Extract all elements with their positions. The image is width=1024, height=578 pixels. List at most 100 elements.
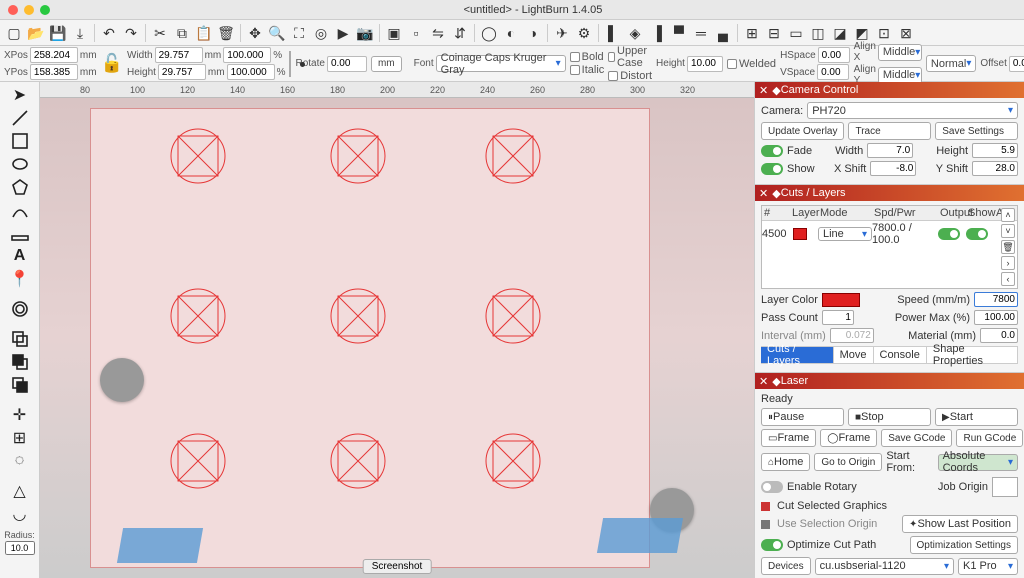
zoom-icon[interactable] (40, 5, 50, 15)
cut-icon[interactable]: ✂ (150, 23, 170, 43)
page-align-icon[interactable]: ▭ (786, 23, 806, 43)
dist-v-icon[interactable]: ⊟ (764, 23, 784, 43)
arr-1-icon[interactable]: ◫ (808, 23, 828, 43)
optimize-toggle[interactable] (761, 539, 783, 551)
ungroup-icon[interactable]: ▫ (406, 23, 426, 43)
layers-table[interactable]: # Layer Mode Spd/Pwr Output Show Ai 4500… (761, 205, 1018, 289)
line-tool[interactable] (6, 222, 34, 244)
home-button[interactable]: ⌂ Home (761, 453, 810, 471)
camera-select[interactable]: PH720▾ (807, 102, 1018, 119)
job-origin-grid[interactable] (992, 477, 1018, 497)
welded-check[interactable]: Welded (727, 58, 776, 70)
xpos-input[interactable] (30, 47, 78, 63)
lock-icon[interactable]: 🔓 (101, 53, 123, 74)
circle-frame-button[interactable]: ◯ Frame (820, 429, 877, 447)
start-from-select[interactable]: Absolute Coords▾ (938, 454, 1018, 471)
flip-h-icon[interactable]: ⇋ (428, 23, 448, 43)
ellipse-tool[interactable] (6, 153, 34, 175)
redo-icon[interactable]: ↷ (121, 23, 141, 43)
tab-move[interactable]: Move (834, 347, 874, 363)
output-toggle[interactable] (938, 228, 960, 240)
start-button[interactable]: ▶ Start (935, 408, 1018, 426)
bool-union-tool[interactable] (6, 328, 34, 350)
grid-array-tool[interactable]: ⊞ (6, 427, 34, 449)
go-to-origin-button[interactable]: Go to Origin (814, 453, 882, 471)
polygon-tool[interactable] (6, 176, 34, 198)
undo-icon[interactable]: ↶ (99, 23, 119, 43)
import-icon[interactable]: ⤓ (70, 23, 90, 43)
zoom-sel-icon[interactable]: ◎ (311, 23, 331, 43)
enable-rotary-toggle[interactable] (761, 481, 783, 493)
width-pct-input[interactable] (223, 47, 271, 63)
run-gcode-button[interactable]: Run GCode (956, 429, 1023, 447)
pause-button[interactable]: ⏸ Pause (761, 408, 844, 426)
font-height-input[interactable] (687, 56, 723, 72)
stop-button[interactable]: ■ Stop (848, 408, 931, 426)
intersect-icon[interactable]: ◐ (501, 23, 521, 43)
calibration-target[interactable] (485, 128, 541, 184)
align-top-icon[interactable]: ▀ (669, 23, 689, 43)
calibration-target[interactable] (485, 433, 541, 489)
anchor-grid[interactable] (289, 51, 291, 77)
distort-check[interactable]: Distort (608, 70, 652, 82)
align-left-icon[interactable]: ▌ (603, 23, 623, 43)
device-profile-select[interactable]: K1 Pro▾ (958, 558, 1018, 575)
rotate-input[interactable] (327, 56, 367, 72)
layer-row[interactable]: 4500 Line▾ 7800.0 / 100.0 (762, 221, 1017, 247)
layer-right-button[interactable]: › (1001, 256, 1015, 270)
offset-input[interactable] (1009, 56, 1024, 72)
layer-left-button[interactable]: ‹ (1001, 272, 1015, 286)
close-icon[interactable] (8, 5, 18, 15)
weld-icon[interactable]: ◯ (479, 23, 499, 43)
calibration-target[interactable] (170, 288, 226, 344)
radius-input[interactable] (5, 541, 35, 555)
tab-console[interactable]: Console (874, 347, 927, 363)
height-pct-input[interactable] (227, 64, 275, 80)
devices-button[interactable]: Devices (761, 557, 811, 575)
layer-delete-button[interactable]: 🗑 (1001, 240, 1015, 254)
cuts-panel-header[interactable]: ✕◆ Cuts / Layers (755, 185, 1024, 201)
power-max-input[interactable] (974, 310, 1018, 325)
width-input[interactable] (155, 47, 203, 63)
calibration-target[interactable] (330, 288, 386, 344)
canvas[interactable]: 80 100 120 140 160 180 200 220 240 260 2… (40, 82, 754, 578)
calibration-target[interactable] (170, 128, 226, 184)
tab-cuts-layers[interactable]: Cuts / Layers (761, 347, 834, 363)
camera-icon[interactable]: 📷 (355, 23, 375, 43)
italic-check[interactable]: Italic (570, 64, 605, 76)
marker-tool[interactable]: 📍 (6, 268, 34, 290)
cam-xshift-input[interactable] (870, 161, 916, 176)
camera-panel-header[interactable]: ✕◆ Camera Control (755, 82, 1024, 98)
arr-3-icon[interactable]: ◩ (852, 23, 872, 43)
ypos-input[interactable] (30, 64, 78, 80)
rectangle-tool[interactable] (6, 130, 34, 152)
paste-icon[interactable]: 📋 (194, 23, 214, 43)
aligny-select[interactable]: Middle▾ (878, 67, 922, 84)
trace-button[interactable]: Trace (848, 122, 931, 140)
offset-tool[interactable] (6, 298, 34, 320)
laser-panel-header[interactable]: ✕◆ Laser (755, 373, 1024, 389)
fade-toggle[interactable] (761, 145, 783, 157)
text-tool[interactable]: A (6, 245, 34, 267)
zoom-fit-icon[interactable]: ⛶ (289, 23, 309, 43)
pass-count-input[interactable] (822, 310, 854, 325)
bool-int-tool[interactable] (6, 374, 34, 396)
align-bottom-icon[interactable]: ▄ (713, 23, 733, 43)
show-last-position-button[interactable]: ✦ Show Last Position (902, 515, 1018, 533)
show-layer-toggle[interactable] (966, 228, 988, 240)
cam-yshift-input[interactable] (972, 161, 1018, 176)
layer-color-swatch[interactable] (822, 293, 860, 307)
move-icon[interactable]: ✥ (245, 23, 265, 43)
bezier-tool[interactable] (6, 199, 34, 221)
measure-tool[interactable]: △ (6, 480, 34, 502)
new-file-icon[interactable]: ▢ (4, 23, 24, 43)
tab-shape-properties[interactable]: Shape Properties (927, 347, 1018, 363)
bold-check[interactable]: Bold (570, 51, 605, 63)
select-tool[interactable]: ➤ (6, 84, 34, 106)
update-overlay-button[interactable]: Update Overlay (761, 122, 844, 140)
optimization-settings-button[interactable]: Optimization Settings (910, 536, 1019, 554)
material-input[interactable] (980, 328, 1018, 343)
dist-h-icon[interactable]: ⊞ (742, 23, 762, 43)
cam-height-input[interactable] (972, 143, 1018, 158)
upper-check[interactable]: Upper Case (608, 45, 652, 69)
